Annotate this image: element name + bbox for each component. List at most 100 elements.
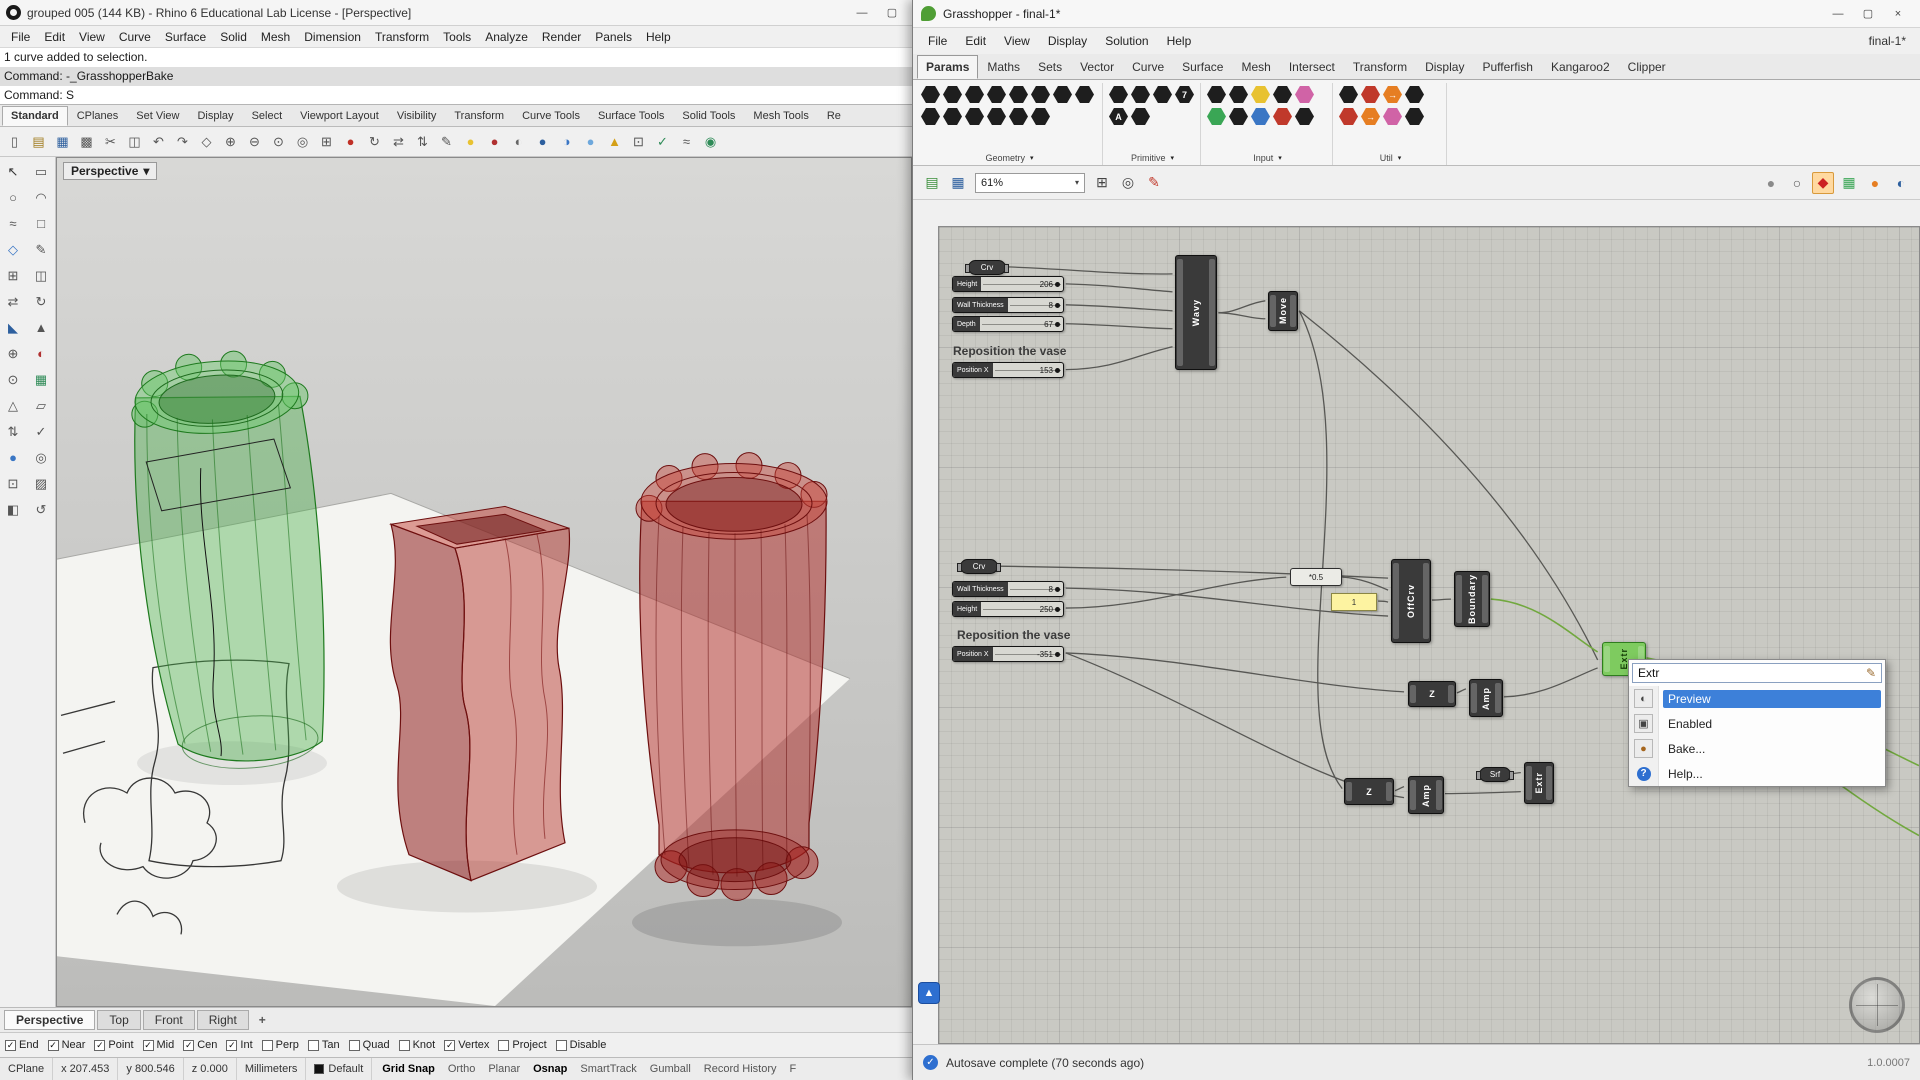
zoom-select[interactable]: 61% ▾ [975,173,1085,193]
component-boundary[interactable]: Boundary [1454,571,1490,627]
toolbar-icon[interactable]: ● [483,130,506,153]
category-tab[interactable]: Sets [1029,55,1071,79]
category-tab[interactable]: Kangaroo2 [1542,55,1619,79]
component-icon[interactable] [1075,85,1094,104]
toolbar-icon[interactable]: ⇅ [411,130,434,153]
param-crv[interactable]: Crv [968,260,1006,275]
osnap-toggle[interactable]: Near [48,1039,86,1051]
viewport-tab[interactable]: Perspective [4,1010,95,1030]
panel[interactable]: 1 [1331,593,1377,611]
component-icon[interactable]: 7 [1175,85,1194,104]
toolbar-icon[interactable]: ◐ [507,130,530,153]
osnap-toggle[interactable]: Project [498,1039,546,1051]
toolbar-icon[interactable]: ▲ [603,130,626,153]
menu-item[interactable]: Render [535,28,588,46]
component-icon[interactable] [1009,107,1028,126]
menu-item[interactable]: Panels [588,28,639,46]
component-icon[interactable] [1405,85,1424,104]
component-icon[interactable] [1339,85,1358,104]
category-tab[interactable]: Transform [1344,55,1416,79]
menu-item[interactable]: Transform [368,28,436,46]
component-icon[interactable] [1053,85,1072,104]
component-icon[interactable] [1131,107,1150,126]
toolbar-tab[interactable]: Surface Tools [589,106,673,126]
new-viewport-tab-icon[interactable]: + [251,1013,274,1027]
osnap-toggle[interactable]: End [5,1039,39,1051]
osnap-toggle[interactable]: Quad [349,1039,390,1051]
component-icon[interactable]: → [1361,107,1380,126]
osnap-toggle[interactable]: Int [226,1039,252,1051]
category-tab[interactable]: Mesh [1232,55,1279,79]
cplane-cell[interactable]: CPlane [0,1058,53,1080]
red-cylinder-vase[interactable] [636,453,827,901]
menu-item[interactable]: Edit [37,28,72,46]
component-unit-z[interactable]: Z [1344,778,1394,805]
viewport-tab[interactable]: Front [143,1010,195,1030]
tool-icon[interactable]: ⊕ [0,341,26,366]
component-icon[interactable]: → [1383,85,1402,104]
component-icon[interactable] [1229,85,1248,104]
preview-toolbar-icon[interactable]: ● [1864,172,1886,194]
checkbox[interactable] [399,1040,410,1051]
toolbar-icon[interactable]: ● [531,130,554,153]
layer-cell[interactable]: Default [306,1058,372,1080]
perspective-viewport[interactable]: Perspective ▾ [56,157,912,1007]
toolbar-icon[interactable]: ⊞ [315,130,338,153]
command-prompt[interactable]: Command: S [0,86,912,105]
component-amplitude[interactable]: Amp [1469,679,1503,717]
toolbar-icon[interactable]: ◇ [195,130,218,153]
toolbar-icon[interactable]: ◉ [699,130,722,153]
status-toggle[interactable]: Grid Snap [382,1063,435,1075]
tool-icon[interactable]: ↺ [28,497,54,522]
component-icon[interactable] [1251,107,1270,126]
preview-toolbar-icon[interactable]: ▦ [1838,172,1860,194]
chevron-down-icon[interactable]: ▾ [1030,154,1034,162]
view-toolbar-icon[interactable]: ⊞ [1091,172,1113,194]
menu-item[interactable]: Curve [112,28,158,46]
toolbar-icon[interactable]: ⇄ [387,130,410,153]
component-icon[interactable] [1361,85,1380,104]
checkbox[interactable] [308,1040,319,1051]
view-toolbar-icon[interactable]: ✎ [1143,172,1165,194]
toolbar-icon[interactable]: ◎ [291,130,314,153]
toolbar-tab[interactable]: CPlanes [68,106,128,126]
context-menu-item[interactable]: Bake... [1629,736,1885,761]
preview-toolbar-icon[interactable]: ○ [1786,172,1808,194]
viewport-tab[interactable]: Top [97,1010,140,1030]
tool-icon[interactable]: ↻ [28,289,54,314]
window-button[interactable]: ▢ [1854,4,1882,24]
checkbox[interactable] [5,1040,16,1051]
tool-icon[interactable]: ▲ [28,315,54,340]
toolbar-icon[interactable]: ✎ [435,130,458,153]
category-tab[interactable]: Vector [1071,55,1123,79]
osnap-toggle[interactable]: Disable [556,1039,607,1051]
window-button[interactable]: ▢ [878,3,906,23]
component-icon[interactable] [1383,107,1402,126]
component-icon[interactable] [943,107,962,126]
slider-wall-thickness[interactable]: Wall Thickness 8 [952,581,1064,597]
toolbar-icon[interactable]: ↶ [147,130,170,153]
menu-item[interactable]: Help [1158,31,1201,51]
tool-icon[interactable]: ▱ [28,393,54,418]
tool-icon[interactable]: ▦ [28,367,54,392]
slider-position-x[interactable]: Position X -351 [952,646,1064,662]
tool-icon[interactable]: ◧ [0,497,26,522]
toolbar-icon[interactable]: ✂ [99,130,122,153]
checkbox[interactable] [498,1040,509,1051]
tool-icon[interactable]: ○ [0,185,26,210]
component-icon[interactable] [987,107,1006,126]
checkbox[interactable] [556,1040,567,1051]
toolbar-tab[interactable]: Re [818,106,850,126]
status-toggle[interactable]: F [790,1063,797,1075]
canvas-compass-widget[interactable] [1849,977,1905,1033]
tool-icon[interactable]: ⊙ [0,367,26,392]
slider-height[interactable]: Height 206 [952,276,1064,292]
slider-handle[interactable] [1055,587,1060,592]
status-toggle[interactable]: SmartTrack [580,1063,636,1075]
osnap-toggle[interactable]: Perp [262,1039,299,1051]
category-tab[interactable]: Intersect [1280,55,1344,79]
category-tab[interactable]: Maths [978,55,1029,79]
component-icon[interactable] [1031,107,1050,126]
component-icon[interactable]: A [1109,107,1128,126]
toolbar-tab[interactable]: Display [188,106,242,126]
